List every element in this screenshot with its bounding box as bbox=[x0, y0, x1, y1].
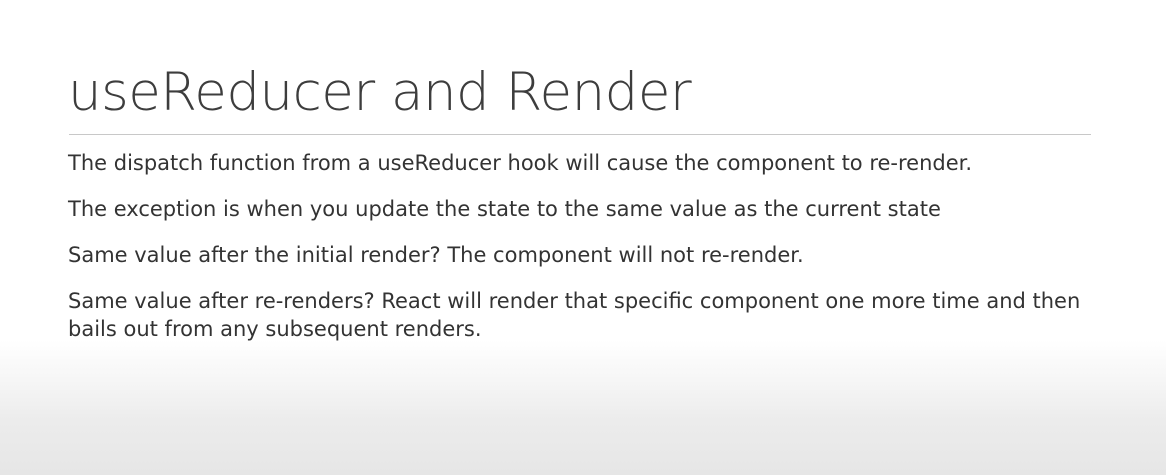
bullet-list: The dispatch function from a useReducer … bbox=[68, 149, 1098, 361]
bullet-item-initial-render: Same value after the initial render? The… bbox=[68, 243, 804, 267]
title-divider bbox=[69, 134, 1091, 135]
bullet-item-re-renders: Same value after re-renders? React will … bbox=[68, 289, 1081, 341]
bullet-item-exception: The exception is when you update the sta… bbox=[68, 197, 941, 221]
slide: useReducer and Render The dispatch funct… bbox=[0, 0, 1166, 475]
slide-title: useReducer and Render bbox=[68, 62, 692, 123]
bullet-item-dispatch: The dispatch function from a useReducer … bbox=[68, 151, 973, 175]
